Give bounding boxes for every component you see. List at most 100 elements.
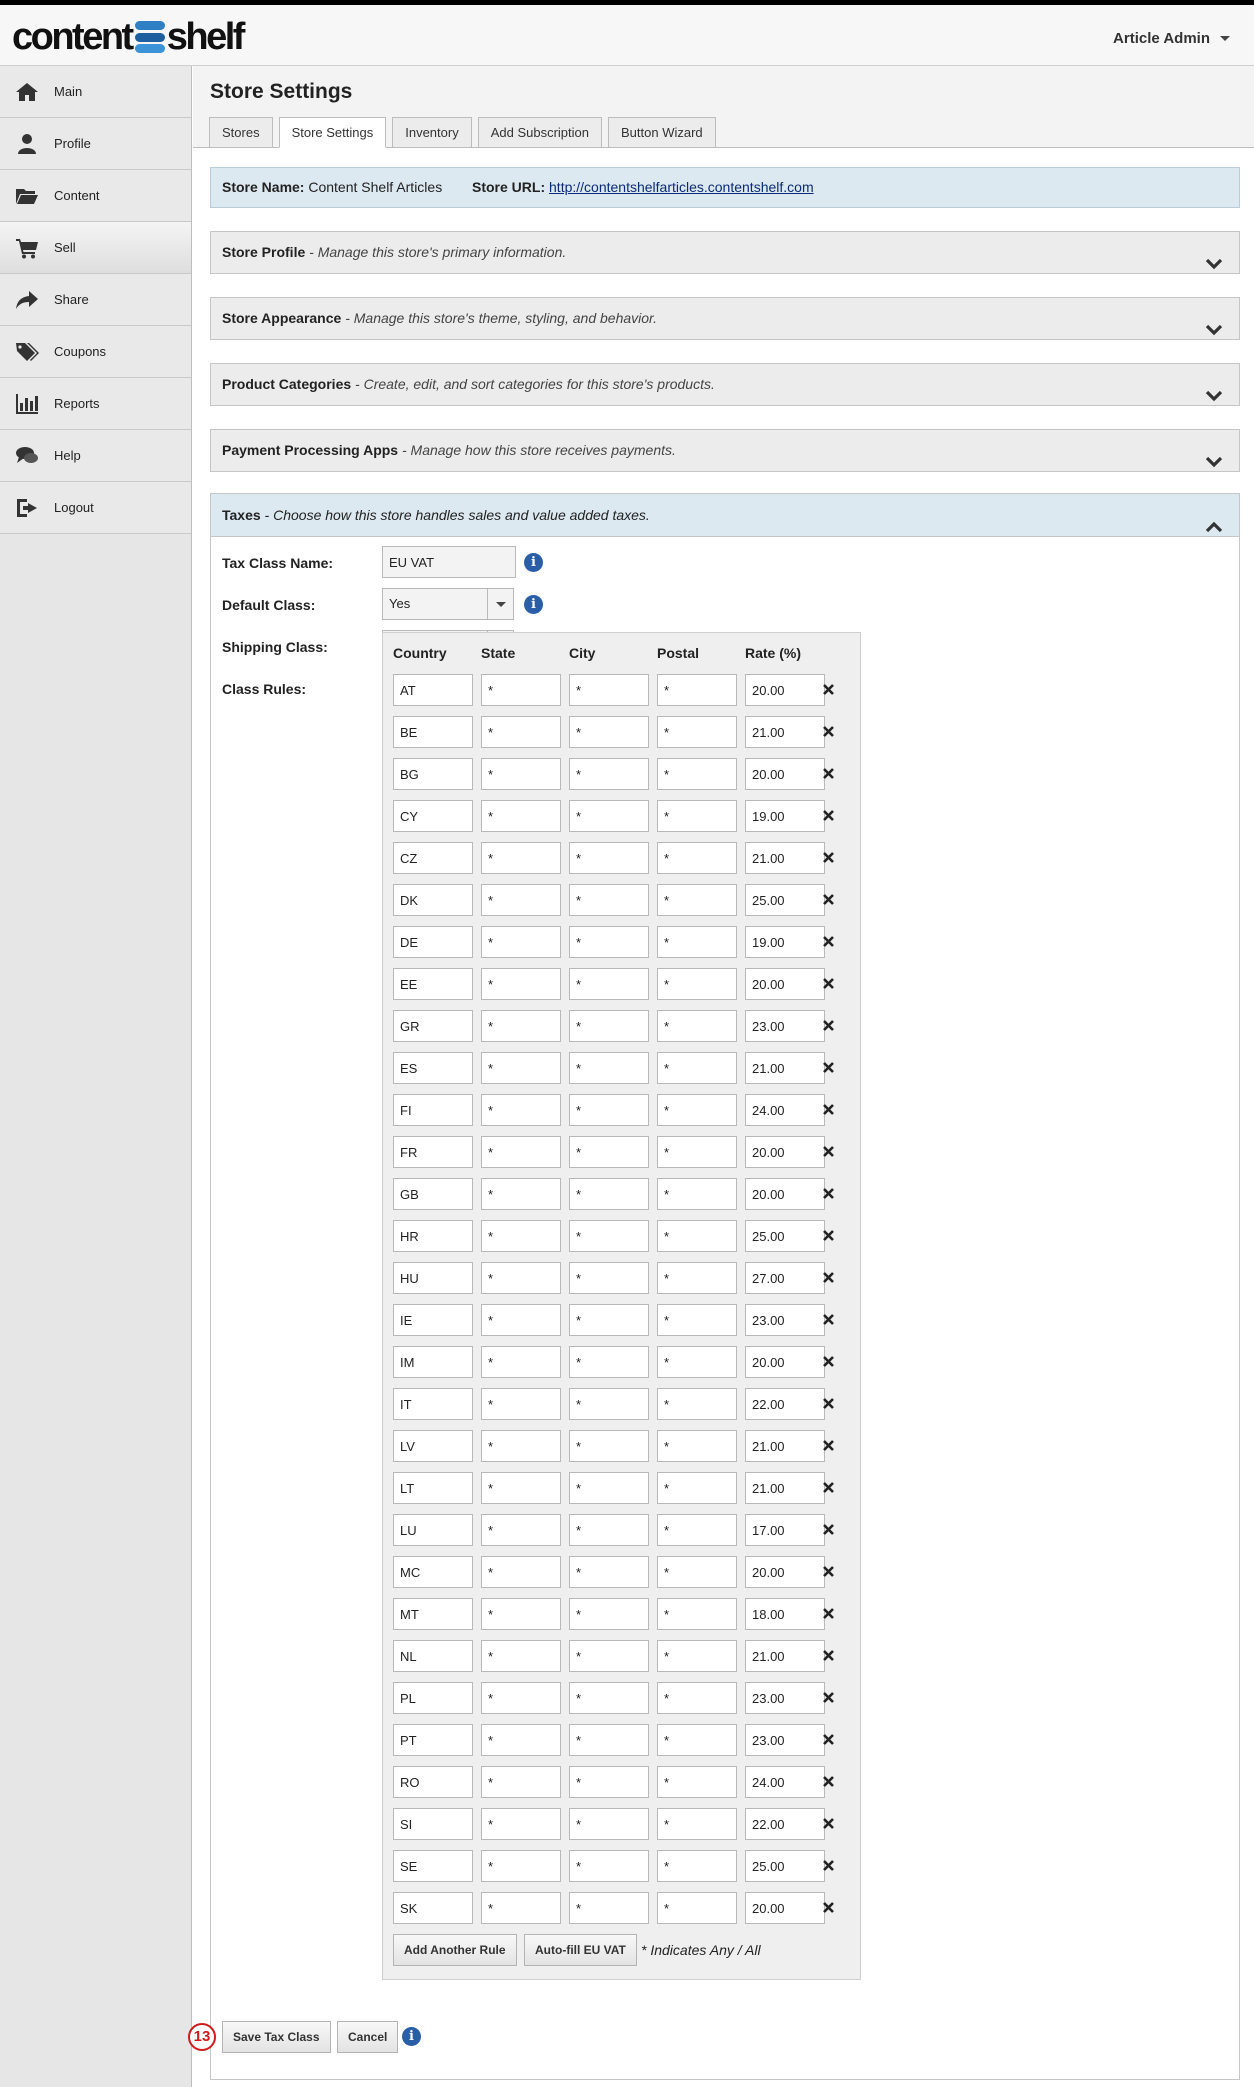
remove-rule-icon[interactable] xyxy=(822,1145,835,1158)
sidebar-item-help[interactable]: Help xyxy=(0,430,191,482)
rule-rate-input[interactable] xyxy=(745,1808,825,1840)
remove-rule-icon[interactable] xyxy=(822,767,835,780)
rule-country-input[interactable] xyxy=(393,1304,473,1336)
rule-postal-input[interactable] xyxy=(657,1220,737,1252)
rule-rate-input[interactable] xyxy=(745,1850,825,1882)
rule-country-input[interactable] xyxy=(393,1178,473,1210)
rule-rate-input[interactable] xyxy=(745,1304,825,1336)
panel-store-profile[interactable]: Store Profile - Manage this store's prim… xyxy=(210,231,1240,274)
remove-rule-icon[interactable] xyxy=(822,1187,835,1200)
rule-postal-input[interactable] xyxy=(657,1262,737,1294)
remove-rule-icon[interactable] xyxy=(822,1061,835,1074)
rule-country-input[interactable] xyxy=(393,1850,473,1882)
rule-postal-input[interactable] xyxy=(657,1430,737,1462)
rule-postal-input[interactable] xyxy=(657,1094,737,1126)
rule-country-input[interactable] xyxy=(393,1472,473,1504)
rule-rate-input[interactable] xyxy=(745,1472,825,1504)
remove-rule-icon[interactable] xyxy=(822,809,835,822)
rule-state-input[interactable] xyxy=(481,842,561,874)
rule-rate-input[interactable] xyxy=(745,1892,825,1924)
remove-rule-icon[interactable] xyxy=(822,1271,835,1284)
rule-state-input[interactable] xyxy=(481,1598,561,1630)
rule-postal-input[interactable] xyxy=(657,1682,737,1714)
rule-city-input[interactable] xyxy=(569,1682,649,1714)
rule-city-input[interactable] xyxy=(569,1178,649,1210)
rule-state-input[interactable] xyxy=(481,1388,561,1420)
rule-rate-input[interactable] xyxy=(745,1640,825,1672)
rule-state-input[interactable] xyxy=(481,926,561,958)
rule-city-input[interactable] xyxy=(569,1346,649,1378)
rule-city-input[interactable] xyxy=(569,1514,649,1546)
rule-postal-input[interactable] xyxy=(657,1640,737,1672)
remove-rule-icon[interactable] xyxy=(822,725,835,738)
rule-country-input[interactable] xyxy=(393,1346,473,1378)
rule-postal-input[interactable] xyxy=(657,1724,737,1756)
rule-rate-input[interactable] xyxy=(745,716,825,748)
rule-city-input[interactable] xyxy=(569,1430,649,1462)
rule-postal-input[interactable] xyxy=(657,968,737,1000)
rule-city-input[interactable] xyxy=(569,716,649,748)
remove-rule-icon[interactable] xyxy=(822,851,835,864)
sidebar-item-share[interactable]: Share xyxy=(0,274,191,326)
info-icon[interactable]: i xyxy=(402,2027,421,2046)
rule-rate-input[interactable] xyxy=(745,1430,825,1462)
remove-rule-icon[interactable] xyxy=(822,1565,835,1578)
rule-country-input[interactable] xyxy=(393,1640,473,1672)
rule-rate-input[interactable] xyxy=(745,1682,825,1714)
rule-city-input[interactable] xyxy=(569,758,649,790)
rule-state-input[interactable] xyxy=(481,1136,561,1168)
rule-state-input[interactable] xyxy=(481,800,561,832)
rule-postal-input[interactable] xyxy=(657,1514,737,1546)
rule-rate-input[interactable] xyxy=(745,758,825,790)
rule-rate-input[interactable] xyxy=(745,1388,825,1420)
remove-rule-icon[interactable] xyxy=(822,893,835,906)
user-menu[interactable]: Article Admin xyxy=(1113,30,1230,47)
rule-country-input[interactable] xyxy=(393,1598,473,1630)
rule-postal-input[interactable] xyxy=(657,1136,737,1168)
rule-postal-input[interactable] xyxy=(657,1052,737,1084)
rule-postal-input[interactable] xyxy=(657,926,737,958)
rule-country-input[interactable] xyxy=(393,1766,473,1798)
rule-country-input[interactable] xyxy=(393,1556,473,1588)
remove-rule-icon[interactable] xyxy=(822,1481,835,1494)
remove-rule-icon[interactable] xyxy=(822,1103,835,1116)
rule-country-input[interactable] xyxy=(393,674,473,706)
cancel-button[interactable]: Cancel xyxy=(337,2021,399,2053)
rule-state-input[interactable] xyxy=(481,674,561,706)
rule-city-input[interactable] xyxy=(569,1052,649,1084)
rule-country-input[interactable] xyxy=(393,1808,473,1840)
rule-country-input[interactable] xyxy=(393,968,473,1000)
tab-add-subscription[interactable]: Add Subscription xyxy=(477,117,602,148)
remove-rule-icon[interactable] xyxy=(822,1523,835,1536)
rule-postal-input[interactable] xyxy=(657,842,737,874)
rule-state-input[interactable] xyxy=(481,1682,561,1714)
save-tax-class-button[interactable]: Save Tax Class xyxy=(222,2021,331,2053)
rule-city-input[interactable] xyxy=(569,1262,649,1294)
rule-country-input[interactable] xyxy=(393,800,473,832)
tab-stores[interactable]: Stores xyxy=(209,117,273,148)
rule-state-input[interactable] xyxy=(481,1304,561,1336)
rule-state-input[interactable] xyxy=(481,1808,561,1840)
rule-postal-input[interactable] xyxy=(657,884,737,916)
rule-rate-input[interactable] xyxy=(745,1010,825,1042)
rule-postal-input[interactable] xyxy=(657,758,737,790)
rule-state-input[interactable] xyxy=(481,1346,561,1378)
rule-city-input[interactable] xyxy=(569,884,649,916)
rule-rate-input[interactable] xyxy=(745,1178,825,1210)
rule-rate-input[interactable] xyxy=(745,800,825,832)
default-class-select[interactable]: Yes xyxy=(382,588,514,620)
rule-postal-input[interactable] xyxy=(657,1346,737,1378)
rule-country-input[interactable] xyxy=(393,1388,473,1420)
rule-country-input[interactable] xyxy=(393,926,473,958)
logo[interactable]: content shelf xyxy=(12,16,245,58)
remove-rule-icon[interactable] xyxy=(822,935,835,948)
rule-country-input[interactable] xyxy=(393,842,473,874)
rule-city-input[interactable] xyxy=(569,1640,649,1672)
rule-postal-input[interactable] xyxy=(657,1556,737,1588)
remove-rule-icon[interactable] xyxy=(822,1439,835,1452)
rule-rate-input[interactable] xyxy=(745,1220,825,1252)
tax-class-name-input[interactable] xyxy=(382,546,516,578)
remove-rule-icon[interactable] xyxy=(822,1397,835,1410)
rule-postal-input[interactable] xyxy=(657,1304,737,1336)
rule-city-input[interactable] xyxy=(569,1304,649,1336)
